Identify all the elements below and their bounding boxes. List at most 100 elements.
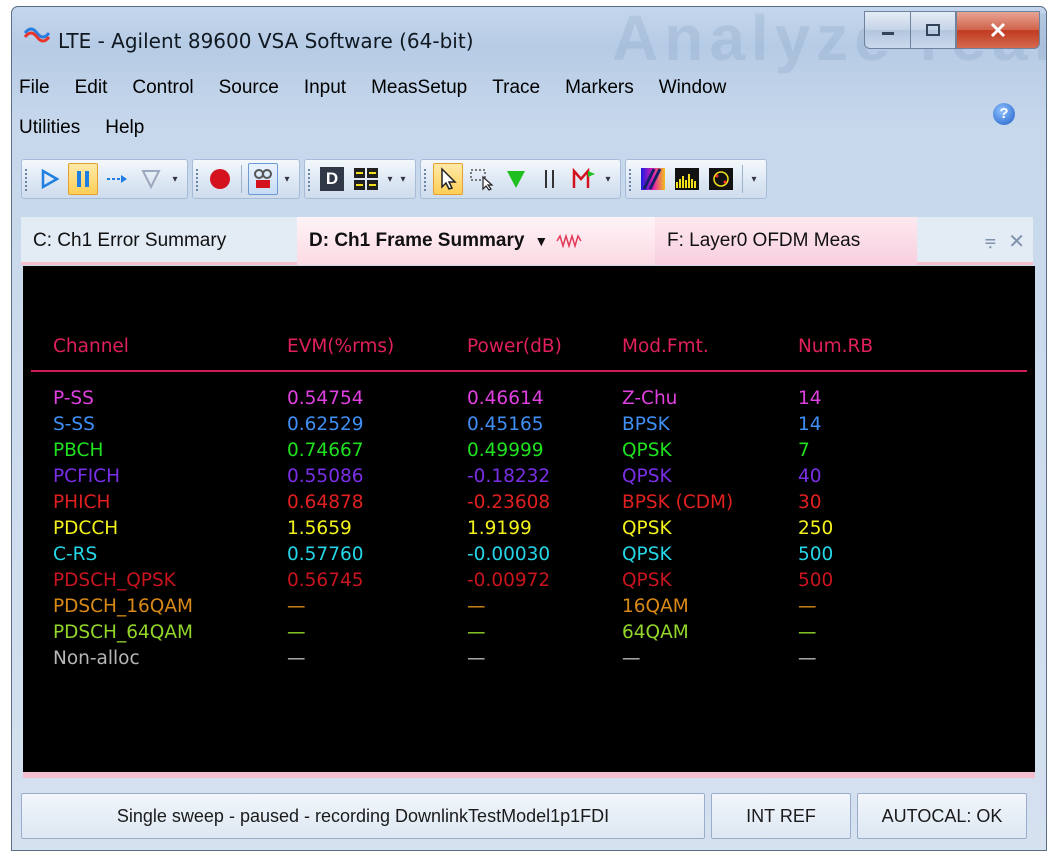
views-dropdown-icon[interactable]: ▾ bbox=[748, 174, 760, 185]
display-d-button[interactable]: D bbox=[317, 163, 347, 195]
cell-num-rb: 30 bbox=[798, 492, 822, 513]
menu-help[interactable]: Help bbox=[105, 117, 144, 139]
player-button[interactable] bbox=[248, 163, 278, 195]
menu-file[interactable]: File bbox=[19, 77, 50, 99]
flag-marker-button[interactable] bbox=[569, 163, 599, 195]
tab-error-summary[interactable]: C: Ch1 Error Summary bbox=[21, 217, 297, 265]
menu-trace[interactable]: Trace bbox=[492, 77, 540, 99]
cell-evm: 1.5659 bbox=[287, 518, 352, 539]
table-row: PDSCH_16QAM — — 16QAM — bbox=[23, 596, 1035, 622]
cell-num-rb: 250 bbox=[798, 518, 834, 539]
step-button[interactable] bbox=[102, 163, 132, 195]
status-autocal[interactable]: AUTOCAL: OK bbox=[857, 793, 1027, 839]
tab-label: C: Ch1 Error Summary bbox=[33, 230, 227, 251]
layout-dropdown-icon[interactable]: ▾ bbox=[384, 174, 396, 185]
header-mod-fmt: Mod.Fmt. bbox=[622, 336, 709, 357]
play-icon bbox=[41, 168, 60, 190]
minimize-button[interactable] bbox=[864, 11, 910, 49]
app-logo-icon bbox=[24, 27, 50, 43]
zoom-button[interactable] bbox=[467, 163, 497, 195]
cell-num-rb: 500 bbox=[798, 544, 834, 565]
cell-power: — bbox=[467, 596, 486, 617]
cell-power: — bbox=[467, 648, 486, 669]
header-num-rb: Num.RB bbox=[798, 336, 874, 357]
pause-button[interactable] bbox=[68, 163, 98, 195]
record-icon bbox=[210, 169, 230, 189]
cell-num-rb: — bbox=[798, 648, 817, 669]
cell-power: 0.45165 bbox=[467, 414, 544, 435]
cell-channel: PDSCH_64QAM bbox=[53, 622, 193, 643]
spectrogram-icon bbox=[641, 168, 665, 190]
cell-power: 0.49999 bbox=[467, 440, 544, 461]
pointer-button[interactable] bbox=[433, 163, 463, 195]
player-icon bbox=[254, 169, 272, 188]
trigger-button[interactable] bbox=[136, 163, 166, 195]
help-icon[interactable]: ? bbox=[993, 103, 1015, 125]
title-bar[interactable]: Analyze real LTE - Agilent 89600 VSA Sof… bbox=[12, 7, 1046, 75]
trace-tab-strip: C: Ch1 Error Summary D: Ch1 Frame Summar… bbox=[21, 217, 1033, 265]
spectrum-button[interactable] bbox=[672, 163, 702, 195]
close-button[interactable] bbox=[956, 11, 1040, 49]
cell-power: -0.00972 bbox=[467, 570, 551, 591]
window-title: LTE - Agilent 89600 VSA Software (64-bit… bbox=[58, 29, 474, 53]
marker-triangle-icon bbox=[507, 171, 525, 188]
tab-menu-chevron-down-icon[interactable]: ▼ bbox=[534, 233, 548, 249]
frame-summary-table[interactable]: Channel EVM(%rms) Power(dB) Mod.Fmt. Num… bbox=[23, 266, 1035, 778]
toolbar-group-record: ▾ bbox=[192, 159, 300, 199]
table-row: PBCH 0.74667 0.49999 QPSK 7 bbox=[23, 440, 1035, 466]
record-button[interactable] bbox=[205, 163, 235, 195]
menu-utilities[interactable]: Utilities bbox=[19, 117, 80, 139]
status-message: Single sweep - paused - recording Downli… bbox=[21, 793, 705, 839]
cell-evm: 0.56745 bbox=[287, 570, 364, 591]
tab-ofdm-meas[interactable]: F: Layer0 OFDM Meas bbox=[655, 217, 917, 265]
close-trace-icon[interactable]: ✕ bbox=[1008, 229, 1025, 254]
play-button[interactable] bbox=[34, 163, 64, 195]
tab-frame-summary[interactable]: D: Ch1 Frame Summary ▼ bbox=[297, 217, 655, 265]
cell-evm: — bbox=[287, 622, 306, 643]
display-d-icon: D bbox=[320, 167, 344, 191]
cell-mod-fmt: 16QAM bbox=[622, 596, 689, 617]
menu-input[interactable]: Input bbox=[304, 77, 346, 99]
cell-channel: S-SS bbox=[53, 414, 95, 435]
tab-strip-controls: ⩦ ✕ bbox=[985, 229, 1025, 254]
cell-channel: PBCH bbox=[53, 440, 104, 461]
bar-marker-button[interactable] bbox=[535, 163, 565, 195]
tab-list-icon[interactable]: ⩦ bbox=[985, 229, 997, 254]
record-dropdown-icon[interactable]: ▾ bbox=[281, 174, 293, 185]
cell-channel: PDSCH_QPSK bbox=[53, 570, 176, 591]
cell-power: 0.46614 bbox=[467, 388, 544, 409]
display-group-dropdown-icon[interactable]: ▾ bbox=[397, 174, 409, 185]
menu-markers[interactable]: Markers bbox=[565, 77, 634, 99]
table-header-row: Channel EVM(%rms) Power(dB) Mod.Fmt. Num… bbox=[23, 336, 1035, 362]
menu-edit[interactable]: Edit bbox=[75, 77, 108, 99]
pause-icon bbox=[77, 171, 89, 187]
menu-control[interactable]: Control bbox=[132, 77, 193, 99]
flag-marker-icon bbox=[572, 167, 595, 188]
marker-triangle-button[interactable] bbox=[501, 163, 531, 195]
constellation-icon bbox=[709, 168, 733, 190]
toolbar-group-display: D ▾ ▾ bbox=[304, 159, 416, 199]
spectrogram-button[interactable] bbox=[638, 163, 668, 195]
constellation-button[interactable] bbox=[706, 163, 736, 195]
menu-meassetup[interactable]: MeasSetup bbox=[371, 77, 467, 99]
cell-num-rb: — bbox=[798, 596, 817, 617]
cell-power: -0.18232 bbox=[467, 466, 551, 487]
menu-window[interactable]: Window bbox=[659, 77, 727, 99]
table-row: Non-alloc — — — — bbox=[23, 648, 1035, 674]
toolbar-group-views: ▾ bbox=[625, 159, 767, 199]
app-window: Analyze real LTE - Agilent 89600 VSA Sof… bbox=[11, 6, 1047, 851]
toolbar: ▾ ▾ D ▾ ▾ ▾ ▾ bbox=[21, 157, 1031, 201]
cell-num-rb: 40 bbox=[798, 466, 822, 487]
maximize-button[interactable] bbox=[910, 11, 956, 49]
status-ref[interactable]: INT REF bbox=[711, 793, 851, 839]
layout-grid-button[interactable] bbox=[351, 163, 381, 195]
cell-channel: PHICH bbox=[53, 492, 111, 513]
menu-row-1: File Edit Control Source Input MeasSetup… bbox=[19, 77, 751, 99]
menu-source[interactable]: Source bbox=[219, 77, 279, 99]
markers-dropdown-icon[interactable]: ▾ bbox=[602, 174, 614, 185]
table-row: PCFICH 0.55086 -0.18232 QPSK 40 bbox=[23, 466, 1035, 492]
table-row: C-RS 0.57760 -0.00030 QPSK 500 bbox=[23, 544, 1035, 570]
cell-evm: 0.62529 bbox=[287, 414, 364, 435]
control-dropdown-icon[interactable]: ▾ bbox=[169, 174, 181, 185]
cell-evm: 0.64878 bbox=[287, 492, 364, 513]
